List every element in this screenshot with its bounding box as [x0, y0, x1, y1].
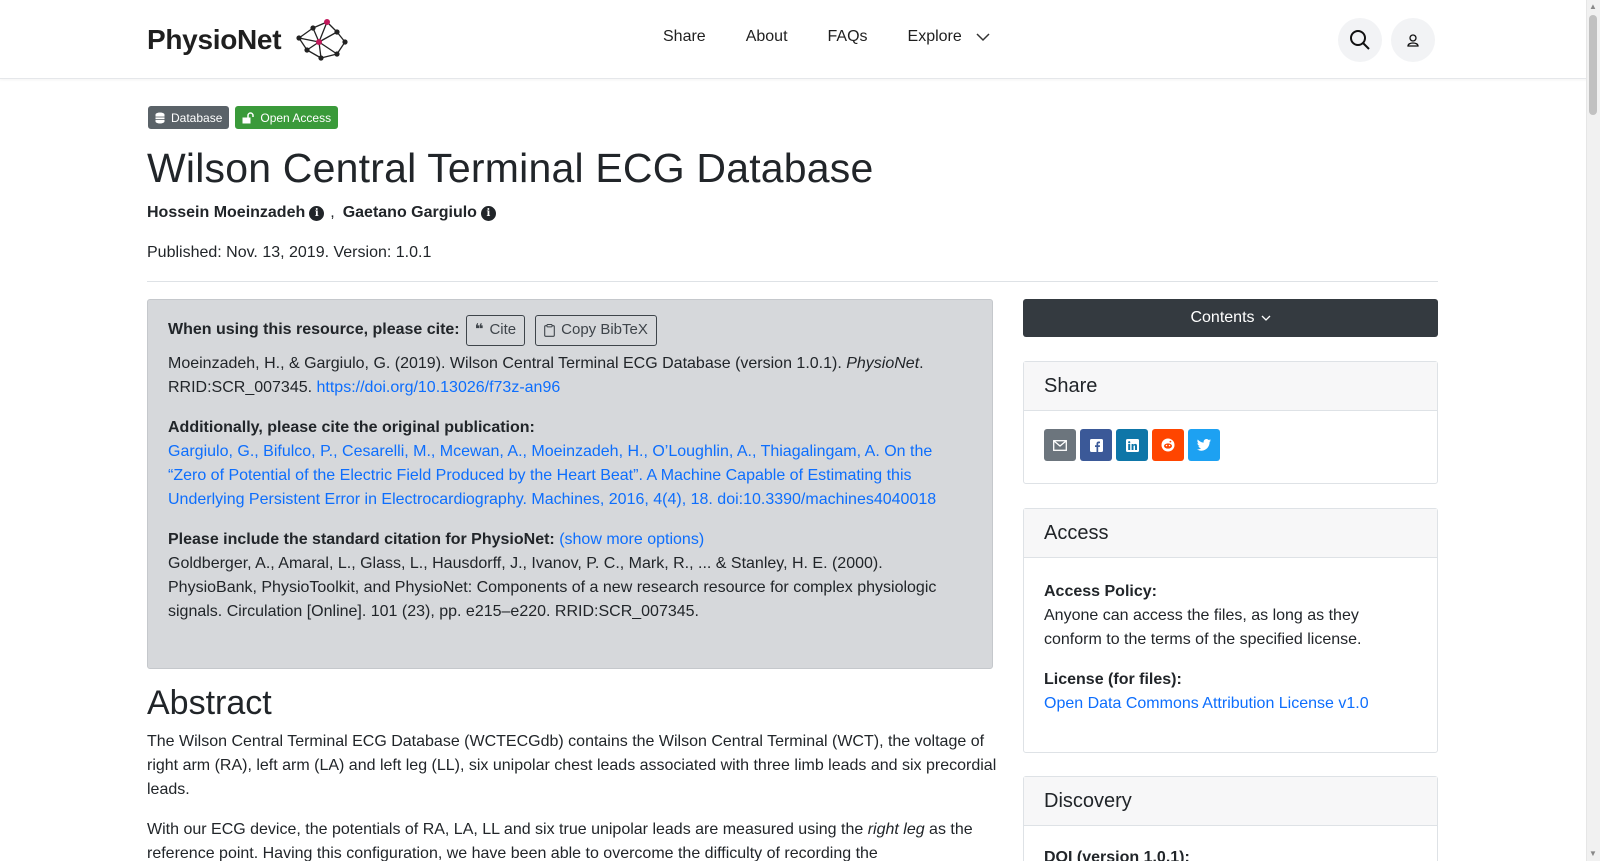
copy-bibtex-label: Copy BibTeX: [561, 321, 648, 338]
author-info-icon[interactable]: i: [309, 205, 325, 221]
copy-bibtex-button[interactable]: Copy BibTeX: [535, 314, 657, 346]
standard-citation-heading: Please include the standard citation for…: [168, 531, 555, 548]
search-button[interactable]: [1338, 18, 1382, 62]
citation-header: When using this resource, please cite: ❝…: [168, 314, 972, 346]
original-pub-link[interactable]: Gargiulo, G., Bifulco, P., Cesarelli, M.…: [168, 443, 936, 508]
facebook-share-button[interactable]: [1080, 429, 1112, 461]
page-scrollbar[interactable]: ▲ ▼: [1586, 0, 1600, 861]
database-badge: Database: [148, 106, 230, 129]
standard-citation-text: Goldberger, A., Amaral, L., Glass, L., H…: [168, 555, 937, 620]
access-policy-text: Anyone can access the files, as long as …: [1044, 607, 1362, 648]
discovery-card-body: DOI (version 1.0.1):: [1024, 826, 1437, 861]
physionet-logo[interactable]: PhysioNet: [147, 14, 351, 66]
access-card-body: Access Policy: Anyone can access the fil…: [1024, 558, 1437, 734]
share-card-header: Share: [1024, 362, 1437, 411]
network-logo-icon: [296, 19, 348, 61]
citation-heading: When using this resource, please cite:: [168, 321, 460, 338]
quote-icon: ❝: [474, 321, 484, 338]
author-info-icon[interactable]: i: [480, 205, 496, 221]
unlock-icon: [242, 111, 255, 123]
facebook-icon: [1089, 438, 1103, 452]
account-button[interactable]: [1391, 18, 1435, 62]
database-icon: [155, 112, 165, 123]
linkedin-share-button[interactable]: [1116, 429, 1148, 461]
nav-explore[interactable]: Explore: [908, 28, 990, 46]
reddit-icon: [1161, 438, 1175, 452]
abstract-text: With our ECG device, the potentials of R…: [147, 821, 868, 838]
citation-journal: PhysioNet: [846, 355, 920, 372]
chevron-down-icon: [1261, 315, 1270, 321]
cite-button[interactable]: ❝ Cite: [465, 314, 526, 346]
abstract-italic: right leg: [867, 821, 925, 838]
original-pub-heading: Additionally, please cite the original p…: [168, 419, 535, 436]
database-badge-label: Database: [171, 110, 223, 125]
author-list: Hossein Moeinzadeh i , Gaetano Gargiulo …: [147, 204, 496, 222]
access-card-header: Access: [1024, 509, 1437, 558]
nav-share-label: Share: [663, 28, 706, 45]
logo-text: PhysioNet: [147, 24, 282, 55]
share-icons: [1044, 429, 1417, 461]
page-title: Wilson Central Terminal ECG Database: [147, 145, 874, 191]
top-navbar: PhysioNet Share About FAQs Explore: [0, 0, 1600, 79]
abstract-paragraph: With our ECG device, the potentials of R…: [147, 818, 997, 861]
nav-explore-label: Explore: [907, 28, 962, 45]
doi-label: DOI (version 1.0.1):: [1044, 849, 1190, 861]
author-separator: ,: [330, 204, 335, 221]
nav-share[interactable]: Share: [663, 28, 706, 46]
nav-faqs-label: FAQs: [827, 28, 868, 45]
scrollbar-thumb[interactable]: [1589, 15, 1597, 115]
twitter-share-button[interactable]: [1188, 429, 1220, 461]
nav-about[interactable]: About: [746, 28, 788, 46]
project-citation: Moeinzadeh, H., & Gargiulo, G. (2019). W…: [168, 352, 972, 400]
chevron-down-icon: [976, 32, 990, 41]
user-icon: [1407, 34, 1419, 47]
main-nav: Share About FAQs Explore: [663, 28, 1030, 46]
reddit-share-button[interactable]: [1152, 429, 1184, 461]
citation-box: When using this resource, please cite: ❝…: [147, 299, 993, 669]
discovery-card-header: Discovery: [1024, 777, 1437, 826]
email-icon: [1053, 439, 1067, 451]
scroll-down-arrow-icon[interactable]: ▼: [1589, 850, 1597, 858]
license-label: License (for files):: [1044, 671, 1182, 688]
contents-button[interactable]: Contents: [1023, 299, 1438, 337]
discovery-card: Discovery DOI (version 1.0.1):: [1023, 776, 1438, 861]
nav-about-label: About: [745, 28, 788, 45]
access-policy-label: Access Policy:: [1044, 583, 1157, 600]
open-access-badge-label: Open Access: [260, 110, 332, 125]
contents-label: Contents: [1190, 309, 1255, 326]
share-card-body: [1024, 411, 1437, 479]
scroll-up-arrow-icon[interactable]: ▲: [1589, 3, 1597, 11]
citation-text: Moeinzadeh, H., & Gargiulo, G. (2019). W…: [168, 355, 847, 372]
twitter-icon: [1197, 439, 1211, 451]
email-share-button[interactable]: [1044, 429, 1076, 461]
cite-button-label: Cite: [489, 321, 517, 338]
doi-link[interactable]: https://doi.org/10.13026/f73z-an96: [317, 379, 561, 396]
show-more-options-link[interactable]: (show more options): [559, 531, 704, 548]
author-name: Hossein Moeinzadeh: [147, 204, 306, 221]
standard-citation: Please include the standard citation for…: [168, 528, 972, 624]
search-icon: [1350, 30, 1370, 50]
open-access-badge: Open Access: [235, 106, 339, 129]
original-publication: Additionally, please cite the original p…: [168, 416, 972, 512]
published-info: Published: Nov. 13, 2019. Version: 1.0.1: [147, 244, 432, 261]
access-card: Access Access Policy: Anyone can access …: [1023, 508, 1438, 753]
badges: Database Open Access: [148, 106, 339, 129]
abstract-paragraph: The Wilson Central Terminal ECG Database…: [147, 733, 997, 798]
share-card: Share: [1023, 361, 1438, 484]
license-link[interactable]: Open Data Commons Attribution License v1…: [1044, 695, 1369, 712]
clipboard-icon: [544, 323, 555, 337]
abstract-heading: Abstract: [147, 684, 272, 722]
nav-faqs[interactable]: FAQs: [828, 28, 868, 46]
divider: [147, 281, 1438, 282]
author-name: Gaetano Gargiulo: [342, 204, 477, 221]
linkedin-icon: [1125, 438, 1139, 452]
